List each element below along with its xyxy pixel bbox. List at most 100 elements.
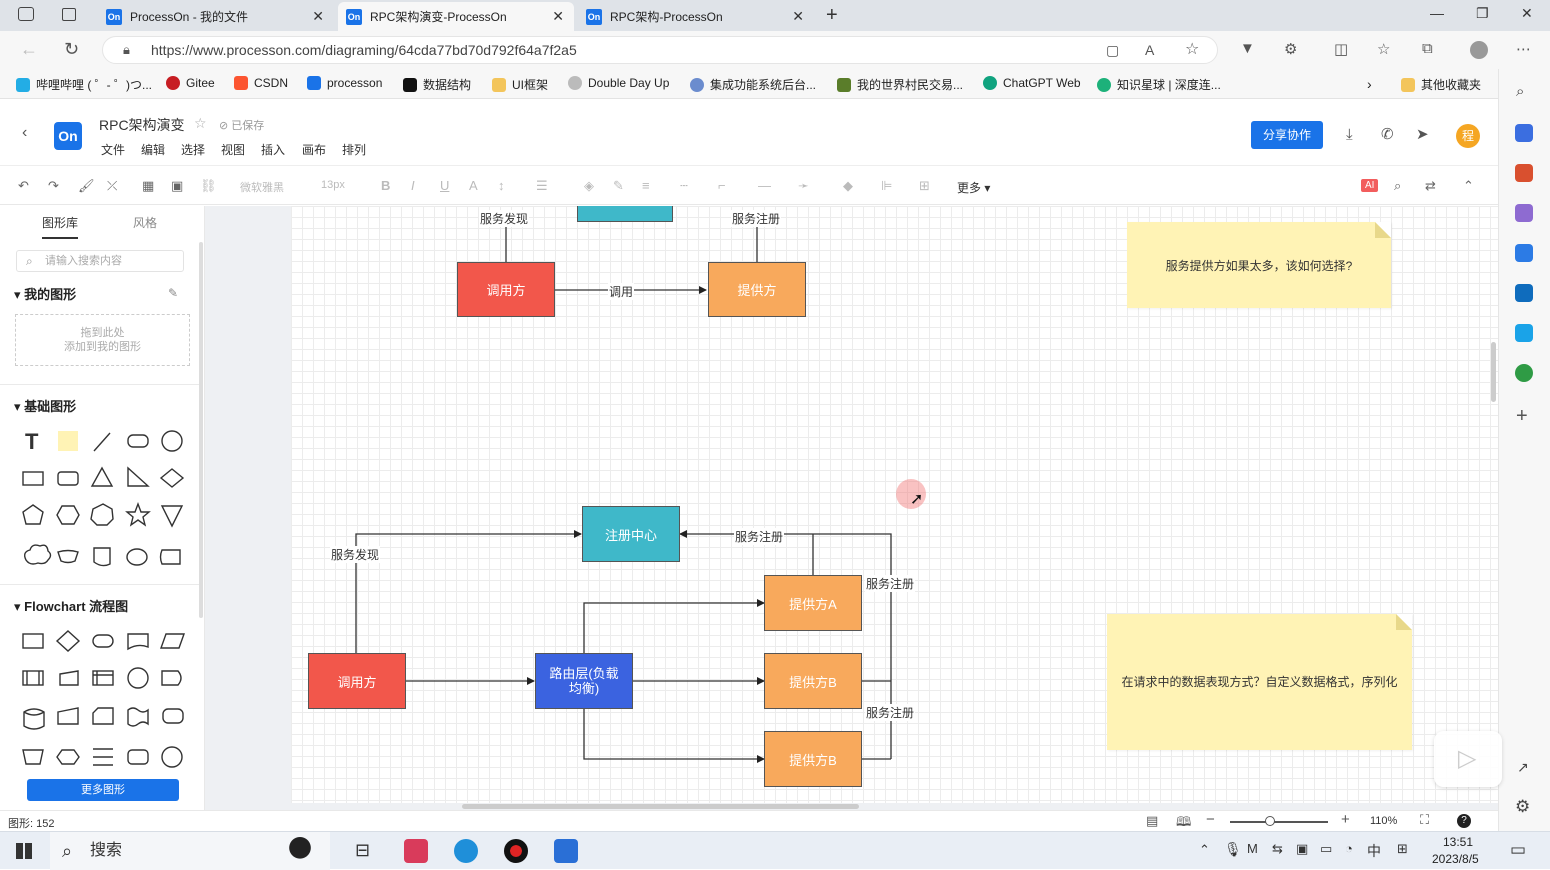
bold-icon[interactable]: B [381,178,390,193]
clock-date[interactable]: 2023/8/5 [1432,852,1479,866]
provider-B2-node[interactable]: 提供方B [764,731,862,787]
bookmark-data-structures[interactable]: 数据结构 [403,76,471,93]
panel-scrollbar[interactable] [199,242,203,618]
bookmark-other-favorites[interactable]: 其他收藏夹 [1401,76,1481,93]
read-aloud-icon[interactable]: A [1145,37,1154,63]
mic-icon[interactable]: 🎙︎ [1224,841,1242,858]
caller-node[interactable]: 调用方 [308,653,406,709]
reading-view-icon[interactable]: ▢ [1106,37,1119,63]
edge-app-icon[interactable] [454,839,478,863]
intellij-app-icon[interactable] [404,839,428,863]
profile-icon[interactable] [1470,41,1488,59]
provider-B1-node[interactable]: 提供方B [764,653,862,709]
close-tab-icon[interactable]: ✕ [552,8,564,25]
sidebar-games-icon[interactable] [1515,204,1533,222]
share-button[interactable]: 分享协作 [1251,121,1323,149]
tab-processon-files[interactable]: On ProcessOn - 我的文件 ✕ [98,2,334,31]
refresh-icon[interactable]: ↻ [64,39,79,60]
clock-time[interactable]: 13:51 [1443,835,1473,849]
taskbar-search[interactable]: ⌕ 搜索 [50,832,330,870]
download-icon[interactable]: ⤓ [1346,126,1353,143]
find-icon[interactable]: ⌕ [1394,178,1401,194]
extension-v-icon[interactable]: ▼ [1240,40,1255,57]
bookmark-admin-system[interactable]: 集成功能系统后台... [690,76,816,93]
discovery-label[interactable]: 服务发现 [330,546,381,563]
close-window-icon[interactable]: ✕ [1521,5,1533,22]
undo-icon[interactable]: ↶ [18,178,29,194]
format-painter-icon[interactable]: 🖌︎ [78,178,95,194]
close-tab-icon[interactable]: ✕ [792,8,804,25]
top-discovery-label[interactable]: 服务发现 [479,210,530,227]
bookmark-processon[interactable]: processon [307,76,382,90]
top-registry-partial[interactable] [577,206,673,222]
my-shapes-dropzone[interactable]: 拖到此处 添加到我的图形 [15,314,190,366]
register-label-2[interactable]: 服务注册 [865,575,916,592]
layer-icon[interactable]: ◆ [843,178,853,194]
top-caller-node[interactable]: 调用方 [457,262,555,317]
url-field[interactable]: 🔒︎ https://www.processon.com/diagraming/… [102,36,1218,64]
flowchart-header[interactable]: ▾ Flowchart 流程图 [14,596,128,615]
sidebar-tools-icon[interactable] [1515,164,1533,182]
bookmark-csdn[interactable]: CSDN [234,76,288,90]
italic-icon[interactable]: I [411,178,415,193]
zoom-out-icon[interactable]: − [1206,811,1215,828]
connector-icon[interactable]: ⌐ [718,178,726,193]
ime-indicator[interactable]: 中 [1367,841,1381,861]
redo-icon[interactable]: ↷ [48,178,59,194]
recorder-app-icon[interactable] [504,839,528,863]
minimize-icon[interactable]: — [1430,5,1444,21]
more-menu-icon[interactable]: ⋯ [1516,40,1531,58]
top-call-label[interactable]: 调用 [608,283,635,300]
collections-icon[interactable]: ⧉ [1422,40,1433,57]
sidebar-add-icon[interactable]: + [1516,405,1528,428]
split-screen-icon[interactable]: ◫ [1334,40,1348,58]
send-icon[interactable]: ➤ [1416,125,1429,143]
top-provider-node[interactable]: 提供方 [708,262,806,317]
sidebar-send-icon[interactable] [1515,324,1533,342]
restore-icon[interactable]: ❐ [1476,5,1489,22]
outline-icon[interactable]: ▤ [1146,813,1158,829]
top-register-label[interactable]: 服务注册 [731,210,782,227]
new-tab-icon[interactable]: + [826,4,838,27]
avatar[interactable]: 程 [1456,124,1480,148]
tray-sync-icon[interactable]: ⇆ [1272,841,1283,857]
zoom-level[interactable]: 110% [1370,815,1397,827]
star-icon[interactable]: ☆ [194,115,207,132]
bookmark-bilibili[interactable]: 哔哩哔哩 ( ゜- ゜)つ... [16,76,152,93]
tab-actions-icon[interactable] [62,8,76,21]
group-icon[interactable]: ⊞ [919,178,930,194]
wifi-icon[interactable]: ◔ [1345,841,1353,856]
window-app-icon[interactable] [554,839,578,863]
tab-shape-library[interactable]: 图形库 [42,214,78,231]
link-icon[interactable]: ⛓ [200,178,217,194]
line-style-icon[interactable]: ┄ [680,178,688,194]
close-tab-icon[interactable]: ✕ [312,8,324,25]
ime-mode-icon[interactable]: ⊞ [1397,841,1408,857]
menu-arrange[interactable]: 排列 [342,141,366,158]
fullscreen-icon[interactable]: ⛶ [1420,812,1429,828]
zoom-slider[interactable] [1230,821,1328,823]
menu-insert[interactable]: 插入 [261,141,285,158]
back-icon[interactable]: ← [20,39,38,60]
collapse-toolbar-icon[interactable]: ⌃ [1463,178,1474,194]
sidebar-tree-icon[interactable] [1515,364,1533,382]
tray-display-icon[interactable]: ▣ [1296,841,1308,857]
tab-style[interactable]: 风格 [133,214,157,231]
my-shapes-header[interactable]: ▾ 我的图形 [14,284,76,303]
video-play-button[interactable]: ▷ [1434,731,1502,787]
provider-A-node[interactable]: 提供方A [764,575,862,631]
align-icon[interactable]: ☰ [536,178,548,194]
basic-shapes-header[interactable]: ▾ 基础图形 [14,396,76,415]
register-label-3[interactable]: 服务注册 [865,704,916,721]
sticky-note-1[interactable]: 服务提供方如果太多，该如何选择? [1127,222,1391,308]
tab-rpc-architecture[interactable]: On RPC架构-ProcessOn ✕ [578,2,814,31]
line-width-icon[interactable]: ≡ [642,178,650,193]
image-icon[interactable]: ▣ [171,178,183,194]
sticky-note-2[interactable]: 在请求中的数据表现方式？自定义数据格式，序列化 [1107,614,1412,750]
task-view-icon[interactable]: ⊟ [355,840,370,861]
register-label-1[interactable]: 服务注册 [734,528,785,545]
sidebar-external-icon[interactable]: ↗ [1517,759,1529,776]
bookmark-zsxq[interactable]: 知识星球 | 深度连... [1097,76,1221,93]
tray-chevron-icon[interactable]: ⌃ [1199,842,1210,858]
fill-color-icon[interactable]: ◈ [584,178,594,194]
